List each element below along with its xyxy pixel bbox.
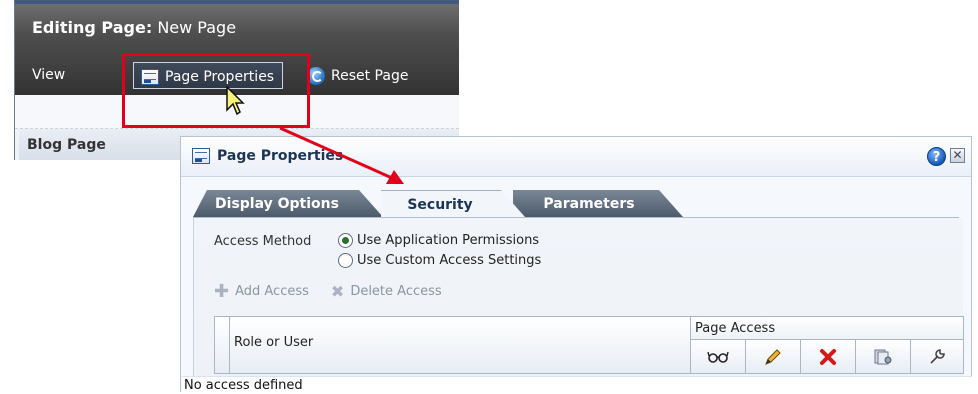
access-method-label: Access Method xyxy=(214,234,312,249)
dialog-title-icon xyxy=(192,148,210,164)
editor-title-bar: Editing Page: New Page xyxy=(15,1,459,57)
view-permission-header xyxy=(691,340,746,374)
radio-button[interactable] xyxy=(338,253,353,268)
editor-title-prefix: Editing Page: xyxy=(32,18,153,37)
dialog-header: Page Properties ? ✕ xyxy=(181,137,971,177)
delete-access-button[interactable]: ✖ Delete Access xyxy=(330,281,442,301)
add-access-label: Add Access xyxy=(235,284,309,299)
manage-icon xyxy=(874,349,892,364)
tab-parameters[interactable]: Parameters xyxy=(513,190,683,217)
reset-page-label: Reset Page xyxy=(331,68,409,84)
customize-permission-header xyxy=(911,340,964,374)
page-properties-dialog: Page Properties ? ✕ Display Options Para… xyxy=(180,136,972,393)
view-menu[interactable]: View xyxy=(32,67,65,83)
radio-application-permissions[interactable]: Use Application Permissions xyxy=(338,233,539,248)
view-icon xyxy=(707,351,729,363)
close-icon[interactable]: ✕ xyxy=(950,148,965,163)
help-icon[interactable]: ? xyxy=(927,147,946,166)
customize-icon xyxy=(930,348,945,364)
delete-access-icon: ✖ xyxy=(330,281,345,301)
delete-icon xyxy=(820,348,836,365)
dialog-tabs: Display Options Parameters Security xyxy=(193,190,963,217)
empty-table-message: No access defined xyxy=(182,376,972,393)
access-actions: ✚ Add Access ✖ Delete Access xyxy=(214,280,442,302)
cursor-icon xyxy=(226,86,245,116)
radio-button-selected[interactable] xyxy=(338,233,353,248)
radio-application-permissions-label: Use Application Permissions xyxy=(357,233,540,248)
reset-page-button[interactable]: Reset Page xyxy=(307,67,408,85)
edit-permission-header xyxy=(746,340,801,374)
radio-custom-access[interactable]: Use Custom Access Settings xyxy=(338,253,541,268)
add-access-button[interactable]: ✚ Add Access xyxy=(214,280,309,302)
page-access-header: Page Access xyxy=(691,316,964,340)
role-or-user-header[interactable]: Role or User xyxy=(229,316,691,374)
radio-custom-access-label: Use Custom Access Settings xyxy=(357,253,542,268)
add-icon: ✚ xyxy=(214,280,230,302)
access-table: Role or User Page Access No access defin… xyxy=(182,316,972,393)
tab-display-options[interactable]: Display Options xyxy=(193,190,383,217)
edit-icon xyxy=(765,348,781,365)
tab-security[interactable]: Security xyxy=(381,190,525,217)
delete-access-label: Delete Access xyxy=(350,284,442,299)
editor-page-name: New Page xyxy=(157,18,237,37)
highlight-box xyxy=(122,53,310,128)
dialog-title: Page Properties xyxy=(217,148,344,164)
row-selector-column xyxy=(214,316,229,374)
security-panel: Access Method Use Application Permission… xyxy=(182,218,972,393)
delete-permission-header xyxy=(801,340,856,374)
manage-permission-header xyxy=(856,340,911,374)
